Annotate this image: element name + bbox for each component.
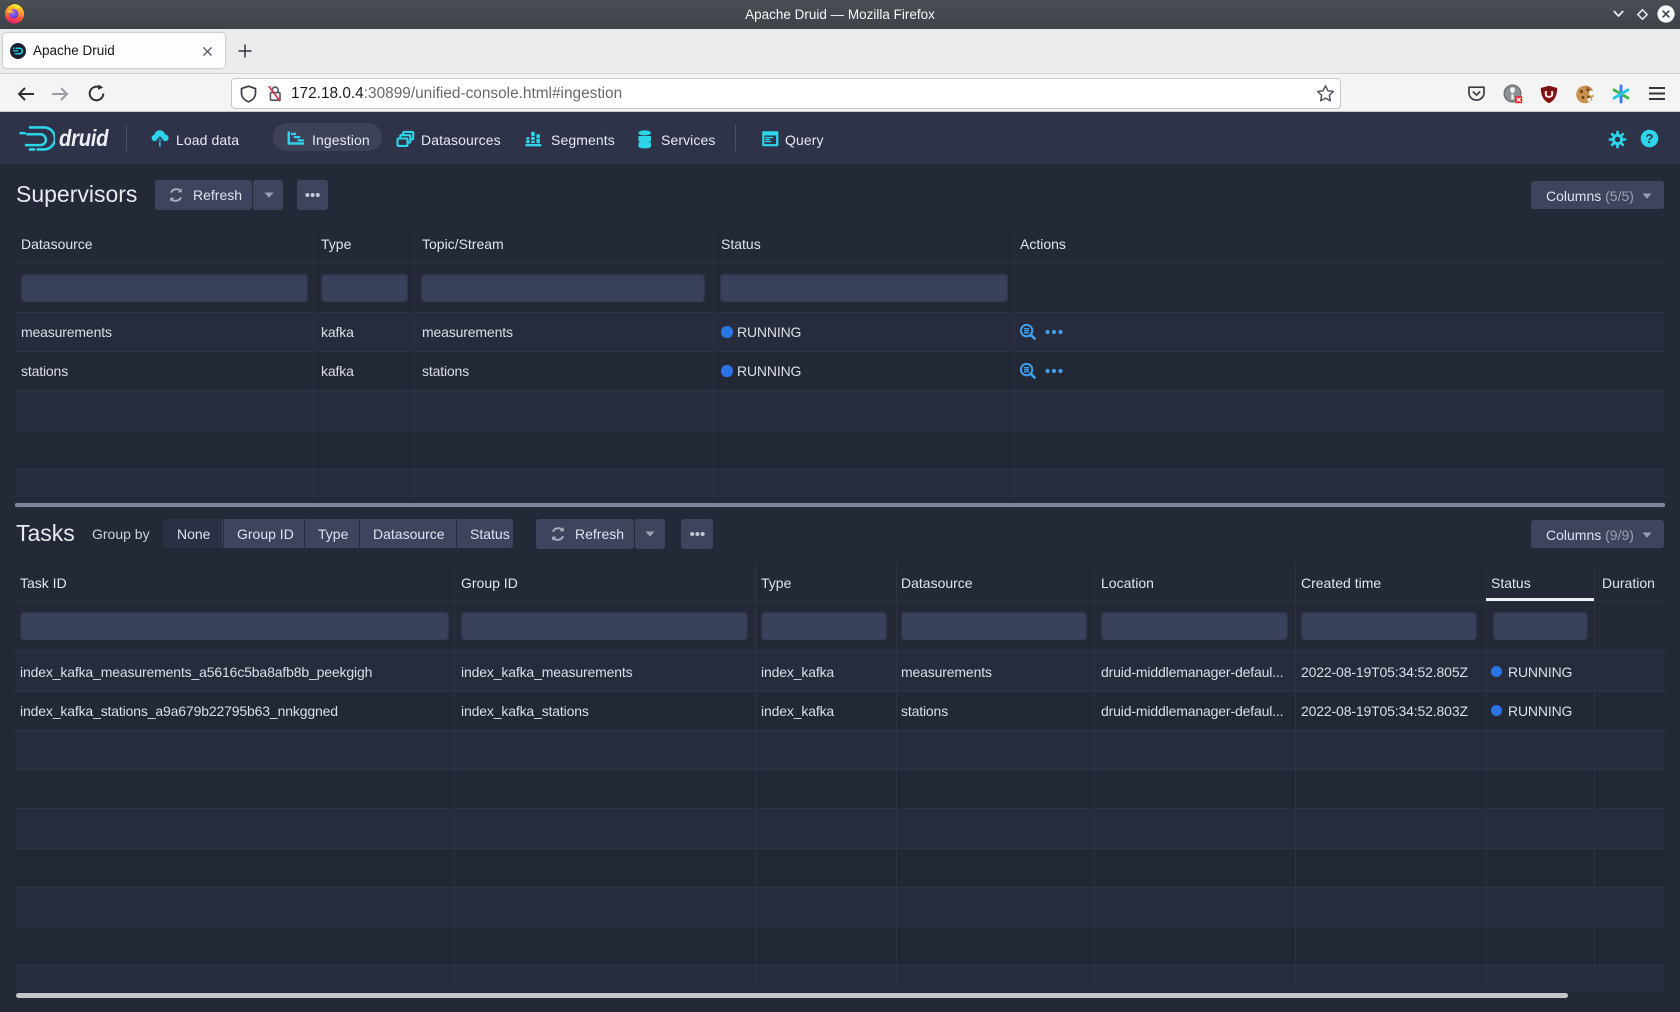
- svg-text:?: ?: [1646, 131, 1654, 146]
